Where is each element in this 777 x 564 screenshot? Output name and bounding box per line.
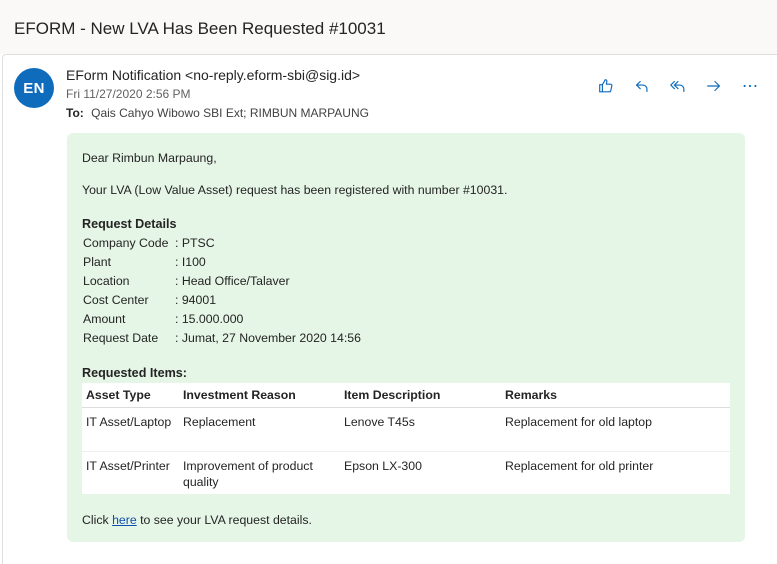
detail-plant: Plant : I100 <box>83 255 206 269</box>
detail-value: : PTSC <box>175 236 215 250</box>
cell-remarks: Replacement for old printer <box>505 458 654 473</box>
detail-label: Cost Center <box>83 293 149 307</box>
reply-all-icon <box>670 80 685 92</box>
reply-all-button[interactable] <box>660 74 696 98</box>
detail-value: : 15.000.000 <box>175 312 244 326</box>
email-body: Dear Rimbun Marpaung, Your LVA (Low Valu… <box>67 133 745 542</box>
avatar[interactable]: EN <box>14 68 54 108</box>
column-header: Remarks <box>501 383 730 408</box>
message-actions <box>588 74 768 98</box>
column-header: Item Description <box>340 383 501 408</box>
thumbs-up-icon <box>599 79 613 93</box>
detail-location: Location : Head Office/Talaver <box>83 274 290 288</box>
email-subject: EFORM - New LVA Has Been Requested #1003… <box>14 19 386 38</box>
detail-label: Company Code <box>83 236 169 250</box>
cell-item-description: Epson LX-300 <box>344 458 422 473</box>
detail-label: Location <box>83 274 130 288</box>
requested-items-heading: Requested Items: <box>82 366 187 380</box>
like-button[interactable] <box>588 74 624 98</box>
footer-suffix: to see your LVA request details. <box>136 513 312 527</box>
column-header: Investment Reason <box>179 383 340 408</box>
intro-text: Your LVA (Low Value Asset) request has b… <box>82 183 508 197</box>
forward-icon <box>707 80 720 92</box>
footer-text: Click here to see your LVA request detai… <box>82 513 312 527</box>
table-header-row: Asset Type Investment Reason Item Descri… <box>82 383 730 408</box>
detail-label: Request Date <box>83 331 159 345</box>
table-row: IT Asset/Printer Improvement of product … <box>82 451 730 494</box>
greeting: Dear Rimbun Marpaung, <box>82 151 217 165</box>
sender-name[interactable]: EForm Notification <no-reply.eform-sbi@s… <box>66 67 360 83</box>
to-label: To: <box>66 106 84 120</box>
request-details-heading: Request Details <box>82 217 177 231</box>
detail-amount: Amount : 15.000.000 <box>83 312 243 326</box>
detail-label: Amount <box>83 312 126 326</box>
detail-label: Plant <box>83 255 112 269</box>
details-link[interactable]: here <box>112 513 137 527</box>
footer-prefix: Click <box>82 513 113 527</box>
cell-investment-reason: Improvement of product quality <box>183 458 313 489</box>
table-row: IT Asset/Laptop Replacement Lenove T45s … <box>82 407 730 452</box>
detail-value: : I100 <box>175 255 206 269</box>
requested-items-table: Asset Type Investment Reason Item Descri… <box>82 383 730 494</box>
detail-value: : Head Office/Talaver <box>175 274 290 288</box>
reply-button[interactable] <box>624 74 660 98</box>
sent-date: Fri 11/27/2020 2:56 PM <box>66 87 191 101</box>
detail-value: : Jumat, 27 November 2020 14:56 <box>175 331 361 345</box>
forward-button[interactable] <box>696 74 732 98</box>
detail-cost-center: Cost Center : 94001 <box>83 293 216 307</box>
subject-bar: EFORM - New LVA Has Been Requested #1003… <box>0 0 777 54</box>
recipients[interactable]: Qais Cahyo Wibowo SBI Ext; RIMBUN MARPAU… <box>91 106 369 120</box>
cell-remarks: Replacement for old laptop <box>501 407 730 452</box>
detail-request-date: Request Date : Jumat, 27 November 2020 1… <box>83 331 361 345</box>
cell-asset-type: IT Asset/Printer <box>86 458 170 473</box>
column-header: Asset Type <box>82 383 179 408</box>
more-actions-button[interactable] <box>732 74 768 98</box>
more-icon <box>743 84 757 88</box>
cell-asset-type: IT Asset/Laptop <box>82 407 179 452</box>
recipients-line: To: Qais Cahyo Wibowo SBI Ext; RIMBUN MA… <box>66 106 369 120</box>
cell-investment-reason: Replacement <box>179 407 340 452</box>
detail-value: : 94001 <box>175 293 217 307</box>
cell-item-description: Lenove T45s <box>340 407 501 452</box>
reply-icon <box>636 80 648 92</box>
detail-company-code: Company Code : PTSC <box>83 236 215 250</box>
